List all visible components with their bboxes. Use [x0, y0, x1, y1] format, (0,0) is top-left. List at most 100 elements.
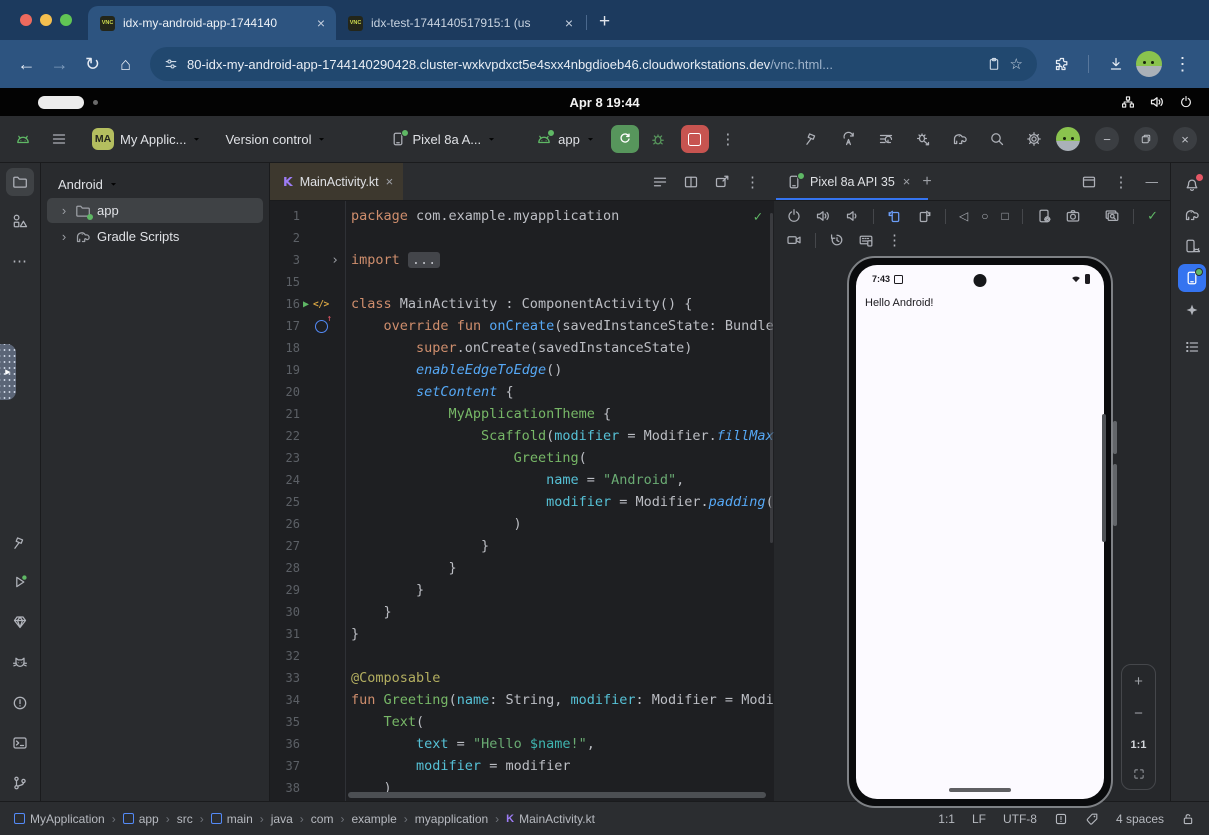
downloads-icon[interactable]: [1099, 48, 1132, 81]
tool-window-drag-handle[interactable]: ▶: [0, 344, 16, 400]
back-button[interactable]: ←: [10, 48, 43, 81]
close-device-tab-icon[interactable]: ×: [903, 174, 911, 189]
compose-code-icon[interactable]: </>: [313, 299, 329, 310]
address-bar[interactable]: 80-idx-my-android-app-1744140290428.clus…: [150, 47, 1037, 81]
home-button[interactable]: ⌂: [109, 48, 142, 81]
breadcrumb-item[interactable]: app: [123, 812, 159, 826]
code-line[interactable]: 26 ): [270, 513, 774, 535]
ide-restore-button[interactable]: [1134, 127, 1158, 151]
inspection-widget-icon[interactable]: [1054, 812, 1068, 826]
more-tool-windows-icon[interactable]: ⋯: [6, 247, 34, 275]
close-tab-icon[interactable]: ×: [314, 15, 328, 31]
settings-gear-icon[interactable]: [1019, 124, 1049, 154]
new-tab-button[interactable]: +: [599, 11, 610, 33]
close-editor-tab-icon[interactable]: ×: [386, 174, 394, 189]
reload-button[interactable]: ↻: [76, 48, 109, 81]
screenshot-icon[interactable]: [1065, 208, 1081, 224]
structure-tool-icon[interactable]: [1178, 333, 1206, 361]
code-line[interactable]: 29 }: [270, 579, 774, 601]
breadcrumb-item[interactable]: example: [351, 812, 396, 826]
expand-chevron-icon[interactable]: ›: [59, 229, 69, 244]
volume-icon[interactable]: [1149, 94, 1165, 110]
tree-item-app[interactable]: › app: [47, 198, 263, 223]
code-line[interactable]: 32: [270, 645, 774, 667]
nav-overview-icon[interactable]: □: [1001, 209, 1008, 223]
breadcrumb-item[interactable]: com: [311, 812, 334, 826]
code-line[interactable]: 18 super.onCreate(savedInstanceState): [270, 337, 774, 359]
code-line[interactable]: 17↑ override fun onCreate(savedInstanceS…: [270, 315, 774, 337]
line-separator[interactable]: LF: [972, 812, 986, 826]
emulator-more-icon[interactable]: ⋮: [887, 231, 902, 249]
hide-panel-icon[interactable]: —: [1146, 175, 1159, 189]
breadcrumb-item[interactable]: java: [271, 812, 293, 826]
inspections-ok-icon[interactable]: ✓: [754, 209, 762, 225]
debug-button[interactable]: [643, 124, 673, 154]
highlighting-level-icon[interactable]: [1085, 812, 1099, 826]
code-line[interactable]: 35 Text(: [270, 711, 774, 733]
build-icon[interactable]: [797, 124, 827, 154]
code-line[interactable]: 19 enableEdgeToEdge(): [270, 359, 774, 381]
zoom-scale-label[interactable]: 1:1: [1131, 739, 1147, 751]
code-line[interactable]: 20 setContent {: [270, 381, 774, 403]
code-line[interactable]: 22 Scaffold(modifier = Modifier.fillMaxS: [270, 425, 774, 447]
zoom-in-button[interactable]: +: [1134, 674, 1143, 689]
code-line[interactable]: 21 MyApplicationTheme {: [270, 403, 774, 425]
browser-tab-test[interactable]: VNC idx-test-1744140517915:1 (us ×: [336, 6, 584, 40]
nav-back-icon[interactable]: ◁: [959, 209, 968, 223]
browser-menu-icon[interactable]: ⋮: [1166, 48, 1199, 81]
project-widget[interactable]: MA My Applic...: [84, 124, 209, 154]
minimize-window-button[interactable]: [40, 14, 52, 26]
gemini-icon[interactable]: [1178, 296, 1206, 324]
code-line[interactable]: 27 }: [270, 535, 774, 557]
code-line[interactable]: 2: [270, 227, 774, 249]
editor-options-icon[interactable]: ⋮: [745, 173, 760, 191]
apply-code-changes-icon[interactable]: [871, 124, 901, 154]
code-line[interactable]: 15: [270, 271, 774, 293]
attach-debugger-icon[interactable]: [908, 124, 938, 154]
hardware-input-icon[interactable]: [858, 232, 874, 248]
project-tool-icon[interactable]: [6, 168, 34, 196]
code-line[interactable]: 28 }: [270, 557, 774, 579]
resource-manager-icon[interactable]: [6, 207, 34, 235]
ide-minimize-button[interactable]: −: [1095, 127, 1119, 151]
run-class-icon[interactable]: ▶: [303, 299, 309, 310]
device-settings-icon[interactable]: [1036, 208, 1052, 224]
power-icon[interactable]: [1179, 95, 1193, 109]
add-device-tab-icon[interactable]: +: [922, 173, 931, 191]
close-window-button[interactable]: [20, 14, 32, 26]
volume-up-icon[interactable]: [815, 208, 831, 224]
breadcrumb-item[interactable]: myapplication: [415, 812, 488, 826]
maximize-window-button[interactable]: [60, 14, 72, 26]
code-line[interactable]: 37 modifier = modifier: [270, 755, 774, 777]
override-method-icon[interactable]: ↑: [315, 320, 328, 333]
panel-scrollbar[interactable]: [1102, 414, 1106, 542]
detach-editor-icon[interactable]: [714, 174, 730, 190]
tree-item-gradle-scripts[interactable]: › Gradle Scripts: [47, 224, 263, 249]
editor-horizontal-scrollbar[interactable]: [348, 792, 766, 798]
code-line[interactable]: 36 text = "Hello $name!",: [270, 733, 774, 755]
breadcrumb-item[interactable]: KMainActivity.kt: [506, 812, 595, 826]
device-manager-icon[interactable]: [1178, 232, 1206, 260]
profile-avatar[interactable]: [1136, 51, 1162, 77]
code-line[interactable]: 25 modifier = Modifier.padding(i: [270, 491, 774, 513]
caret-position[interactable]: 1:1: [938, 812, 955, 826]
stop-button[interactable]: [681, 125, 709, 153]
code-line[interactable]: 23 Greeting(: [270, 447, 774, 469]
gradle-tool-icon[interactable]: [1178, 201, 1206, 229]
user-avatar[interactable]: [1056, 127, 1080, 151]
app-quality-insights-icon[interactable]: [6, 608, 34, 636]
network-icon[interactable]: [1121, 95, 1135, 109]
vnc-drawer-handle[interactable]: [38, 96, 84, 109]
site-settings-icon[interactable]: [164, 57, 178, 71]
gradle-sync-icon[interactable]: [945, 124, 975, 154]
screen-record-icon[interactable]: [786, 232, 802, 248]
main-menu-icon[interactable]: [44, 124, 74, 154]
nav-home-icon[interactable]: ○: [981, 209, 988, 223]
run-configuration-selector[interactable]: app: [528, 124, 603, 154]
device-selector[interactable]: Pixel 8a A...: [382, 124, 504, 154]
editor-vertical-scrollbar[interactable]: [770, 213, 773, 543]
version-control-icon[interactable]: [6, 769, 34, 797]
copy-url-icon[interactable]: [987, 57, 1001, 71]
emulator-phone[interactable]: 7:43 Hello Android!: [847, 256, 1113, 808]
editor-tab-mainactivity[interactable]: K MainActivity.kt ×: [270, 163, 403, 200]
